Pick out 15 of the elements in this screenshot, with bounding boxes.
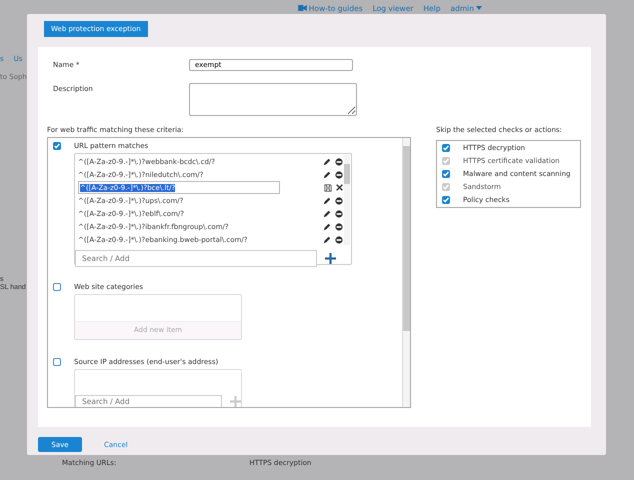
remove-icon[interactable] — [335, 196, 343, 204]
remove-icon[interactable] — [335, 170, 343, 178]
caret-icon — [476, 6, 482, 10]
scrollbar[interactable] — [344, 155, 350, 245]
close-icon[interactable] — [336, 184, 343, 191]
remove-icon[interactable] — [335, 222, 343, 230]
scrollbar[interactable] — [402, 138, 410, 407]
remove-icon[interactable] — [335, 158, 343, 166]
remove-icon[interactable] — [335, 210, 343, 218]
checkbox[interactable] — [53, 283, 61, 291]
remove-icon[interactable] — [335, 236, 343, 244]
checkbox[interactable] — [53, 358, 61, 366]
video-camera-icon — [298, 5, 307, 11]
plus-icon[interactable] — [325, 253, 336, 264]
save-icon[interactable] — [324, 184, 332, 192]
